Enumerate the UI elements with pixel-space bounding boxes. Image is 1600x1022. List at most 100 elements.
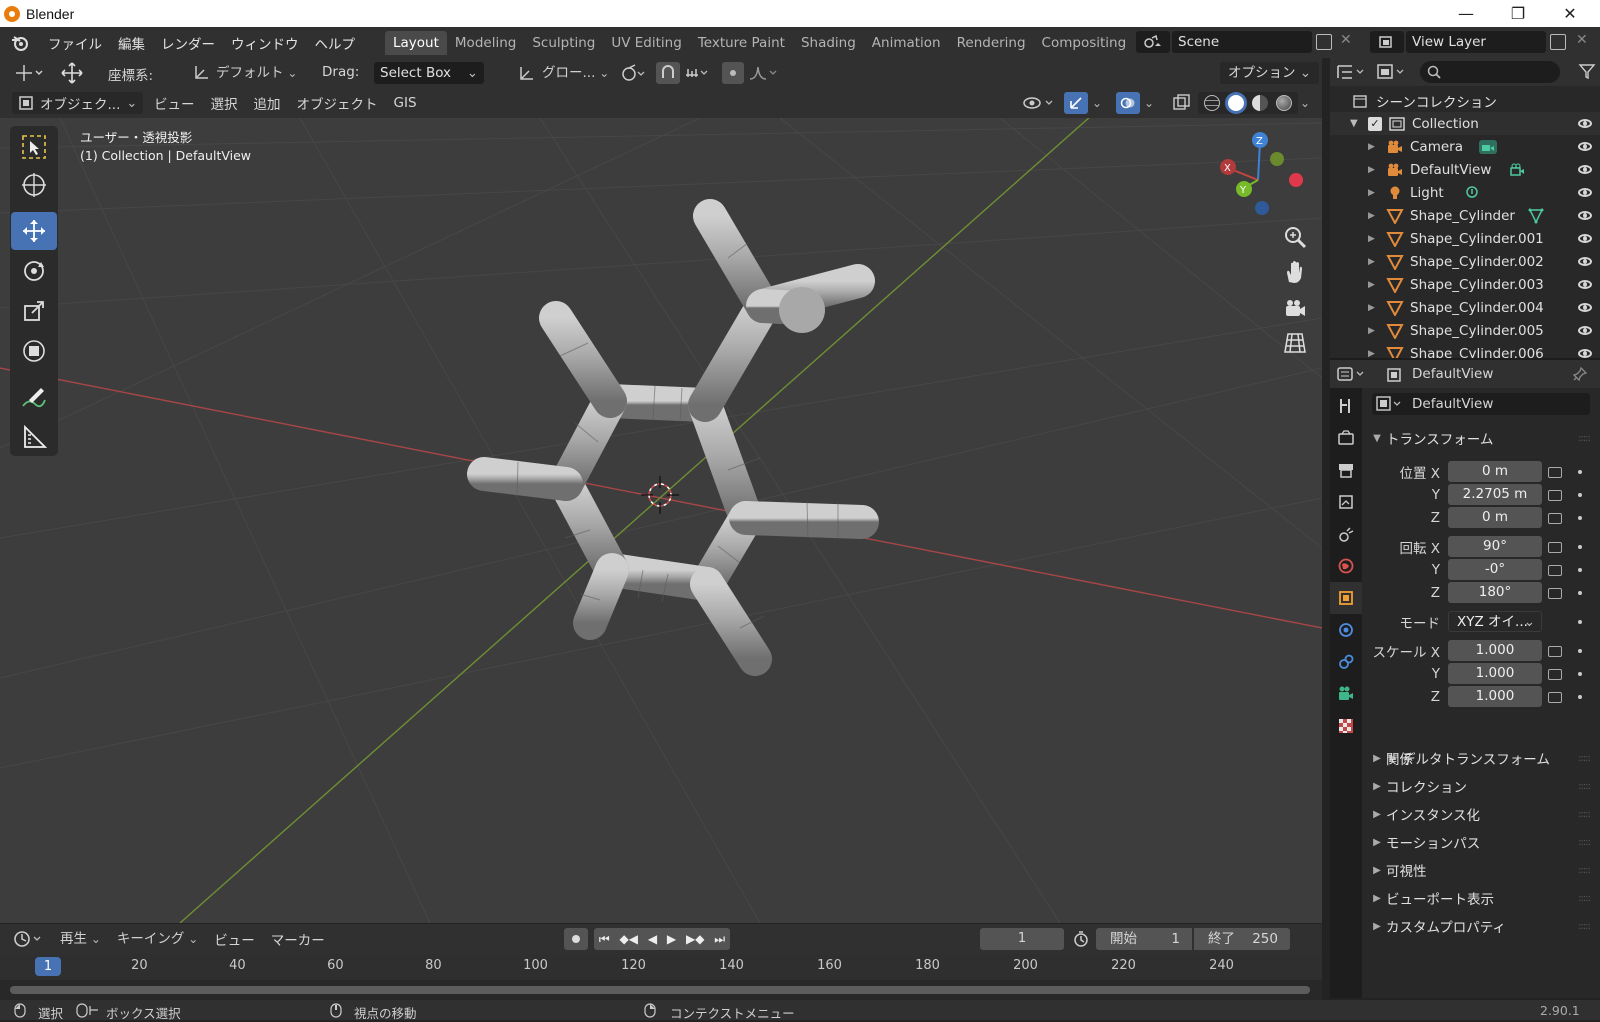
tab-uv-editing[interactable]: UV Editing: [603, 31, 689, 55]
xray-toggle-icon[interactable]: [1172, 93, 1192, 117]
properties-panel-header[interactable]: ▶ コレクション:::::: [1362, 772, 1600, 800]
material-shading-icon[interactable]: [1252, 95, 1268, 111]
rotate-tool[interactable]: [11, 252, 57, 290]
location-y-field[interactable]: 2.2705 m: [1448, 484, 1542, 505]
lock-icon[interactable]: [1548, 513, 1562, 524]
outliner-item[interactable]: ▶ Camera: [1330, 135, 1600, 158]
drag-mode-dropdown[interactable]: Select Box ⌄: [374, 62, 484, 84]
keyframe-dot-icon[interactable]: [1578, 516, 1582, 520]
lock-icon[interactable]: [1548, 692, 1562, 703]
frame-rate-icon[interactable]: [1072, 930, 1090, 952]
jump-end-icon[interactable]: ⏭: [714, 932, 725, 947]
lock-icon[interactable]: [1548, 646, 1562, 657]
tab-object[interactable]: [1330, 582, 1362, 614]
delete-scene-icon[interactable]: ✕: [1340, 32, 1352, 48]
outliner-item[interactable]: ▶ DefaultView: [1330, 158, 1600, 181]
record-button[interactable]: [564, 928, 588, 950]
overlay-toggle-icon[interactable]: [1116, 92, 1140, 114]
keying-menu[interactable]: キーイング: [109, 928, 206, 950]
blender-menu-icon[interactable]: [0, 35, 40, 51]
expand-icon[interactable]: ▶: [1368, 211, 1382, 221]
properties-panel-header[interactable]: ▶ モーションパス:::::: [1362, 828, 1600, 856]
cursor-tool[interactable]: [11, 166, 57, 204]
rotation-mode-dropdown[interactable]: XYZ オイ... ⌄: [1448, 611, 1542, 632]
panel-grip-icon[interactable]: :::::: [1578, 433, 1591, 444]
tab-texture[interactable]: [1330, 710, 1362, 742]
annotate-tool[interactable]: [11, 378, 57, 416]
location-x-field[interactable]: 0 m: [1448, 461, 1542, 482]
expand-icon[interactable]: ▶: [1368, 326, 1382, 336]
tab-modifiers[interactable]: [1330, 614, 1362, 646]
light-data-icon[interactable]: [1464, 185, 1480, 201]
properties-panel-header[interactable]: ▶ 関係:::::: [1362, 744, 1600, 772]
select-menu[interactable]: 選択: [203, 93, 246, 113]
tab-world[interactable]: [1330, 550, 1362, 582]
keyframe-dot-icon[interactable]: [1578, 493, 1582, 497]
panel-grip-icon[interactable]: :::::: [1578, 809, 1591, 820]
maximize-button[interactable]: ❐: [1492, 0, 1544, 27]
pin-icon[interactable]: [1572, 366, 1588, 386]
panel-grip-icon[interactable]: :::::: [1578, 865, 1591, 876]
tab-animation[interactable]: Animation: [864, 31, 949, 55]
tab-tool[interactable]: [1330, 390, 1362, 422]
scale-z-field[interactable]: 1.000: [1448, 686, 1542, 707]
zoom-icon[interactable]: [1280, 222, 1310, 252]
eye-icon[interactable]: [1578, 326, 1592, 335]
lock-icon[interactable]: [1548, 588, 1562, 599]
view-layer-field[interactable]: View Layer: [1406, 31, 1546, 53]
viewport-canvas[interactable]: Z X Y: [0, 118, 1322, 923]
visibility-dropdown-icon[interactable]: [1022, 93, 1058, 117]
transform-tool[interactable]: [11, 332, 57, 370]
play-icon[interactable]: ▶: [667, 932, 676, 946]
pivot-point-icon[interactable]: [620, 63, 648, 83]
collection-checkbox[interactable]: ✓: [1368, 116, 1382, 131]
expand-icon[interactable]: ▶: [1368, 234, 1382, 244]
camera-data-icon[interactable]: [1508, 162, 1528, 178]
menu-edit[interactable]: 編集: [110, 33, 153, 53]
next-keyframe-icon[interactable]: ▶◆: [686, 932, 704, 946]
properties-editor-type-icon[interactable]: [1336, 365, 1368, 387]
outliner-item[interactable]: ▶ Shape_Cylinder.002: [1330, 250, 1600, 273]
prev-keyframe-icon[interactable]: ◆◀: [620, 932, 638, 946]
eye-icon[interactable]: [1578, 303, 1592, 312]
tab-rendering[interactable]: Rendering: [949, 31, 1034, 55]
eye-icon[interactable]: [1578, 257, 1592, 266]
rotation-x-field[interactable]: 90°: [1448, 536, 1542, 557]
marker-menu[interactable]: マーカー: [263, 929, 333, 949]
gis-menu[interactable]: GIS: [386, 95, 425, 111]
minimize-button[interactable]: —: [1440, 0, 1492, 27]
tab-modeling[interactable]: Modeling: [447, 31, 524, 55]
location-z-field[interactable]: 0 m: [1448, 507, 1542, 528]
eye-icon[interactable]: [1578, 188, 1592, 197]
navigation-gizmo[interactable]: Z X Y: [1220, 132, 1303, 215]
overlay-dropdown-icon[interactable]: ⌄: [1144, 96, 1154, 110]
object-menu[interactable]: オブジェクト: [289, 93, 386, 113]
current-frame-field[interactable]: 1: [980, 928, 1064, 950]
keyframe-dot-icon[interactable]: [1578, 545, 1582, 549]
filter-icon[interactable]: [1578, 62, 1596, 84]
snap-target-icon[interactable]: [684, 63, 712, 87]
eye-icon[interactable]: [1578, 349, 1592, 358]
transform-orientation-dropdown[interactable]: グロー...: [518, 62, 615, 84]
expand-icon[interactable]: ▶: [1368, 188, 1382, 198]
editor-type-icon[interactable]: [12, 62, 46, 84]
expand-icon[interactable]: ▶: [1368, 257, 1382, 267]
outliner-item[interactable]: ▶ Shape_Cylinder.004: [1330, 296, 1600, 319]
panel-grip-icon[interactable]: :::::: [1578, 837, 1591, 848]
object-mode-dropdown[interactable]: オブジェク... ⌄: [12, 92, 144, 114]
rendered-shading-icon[interactable]: [1276, 95, 1292, 111]
keyframe-dot-icon[interactable]: [1578, 672, 1582, 676]
lock-icon[interactable]: [1548, 669, 1562, 680]
eye-icon[interactable]: [1578, 142, 1592, 151]
play-reverse-icon[interactable]: ◀: [648, 932, 657, 946]
panel-grip-icon[interactable]: :::::: [1578, 781, 1591, 792]
perspective-toggle-icon[interactable]: [1280, 328, 1310, 358]
delete-view-layer-icon[interactable]: ✕: [1576, 32, 1588, 48]
measure-tool[interactable]: [11, 418, 57, 456]
keyframe-dot-icon[interactable]: [1578, 649, 1582, 653]
outliner-item[interactable]: ▶ Shape_Cylinder: [1330, 204, 1600, 227]
expand-icon[interactable]: ▶: [1368, 142, 1382, 152]
menu-window[interactable]: ウィンドウ: [223, 33, 307, 53]
scrollbar-thumb[interactable]: [10, 986, 1310, 994]
close-window-button[interactable]: ✕: [1544, 0, 1596, 27]
